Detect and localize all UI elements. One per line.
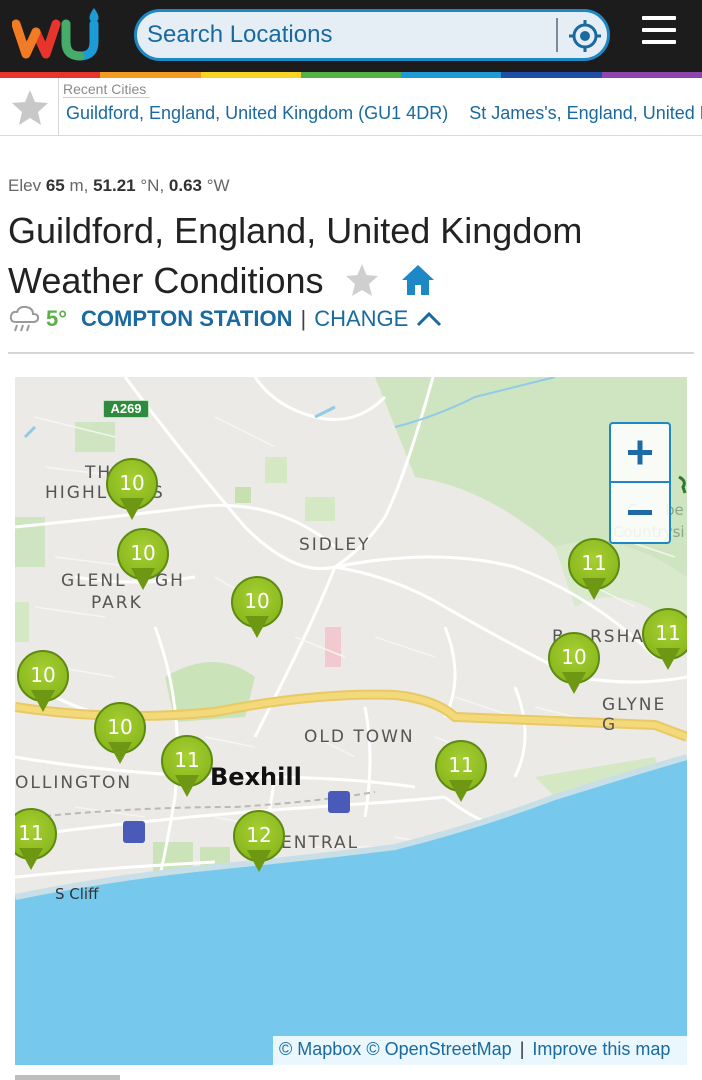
zoom-in-button[interactable] xyxy=(611,424,669,483)
mapbox-link[interactable]: © Mapbox xyxy=(279,1039,361,1059)
station-temperature-label: 10 xyxy=(130,541,156,565)
station-marker[interactable]: 11 xyxy=(15,808,57,872)
longitude-unit: °W xyxy=(206,176,230,195)
elev-prefix: Elev xyxy=(8,176,42,195)
station-map[interactable]: A269 TH HIGHL S SIDLEY GLENL GH PARK B R… xyxy=(15,377,687,1065)
home-icon[interactable] xyxy=(400,263,436,297)
station-temperature-label: 11 xyxy=(581,551,607,575)
plus-icon xyxy=(628,440,652,465)
station-temperature-label: 10 xyxy=(30,663,56,687)
recent-cities-list: Guildford, England, United Kingdom (GU1 … xyxy=(66,103,702,124)
map-label-bexhill: Bexhill xyxy=(210,763,302,791)
station-temperature-label: 10 xyxy=(119,471,145,495)
hamburger-menu-icon[interactable] xyxy=(640,16,678,50)
favorite-star-icon[interactable] xyxy=(344,263,380,297)
station-temperature-label: 11 xyxy=(18,821,44,845)
station-marker[interactable]: 11 xyxy=(161,735,213,799)
map-label-sidley: SIDLEY xyxy=(299,535,371,555)
station-temperature-label: 10 xyxy=(561,645,587,669)
road-shield-a269: A269 xyxy=(103,400,149,418)
map-label-s-cliff: S Cliff xyxy=(55,885,99,903)
station-temperature-label: 10 xyxy=(244,589,270,613)
station-separator: | xyxy=(300,306,307,331)
recent-cities-bar: Recent Cities Guildford, England, United… xyxy=(0,78,702,136)
station-marker[interactable]: 10 xyxy=(17,650,69,714)
minus-icon xyxy=(628,510,652,515)
app-header xyxy=(0,0,702,72)
rain-cloud-icon xyxy=(9,305,40,332)
attribution-separator: | xyxy=(519,1039,525,1059)
station-marker[interactable]: 10 xyxy=(117,528,169,592)
osm-link[interactable]: © OpenStreetMap xyxy=(366,1039,511,1059)
improve-map-link[interactable]: Improve this map xyxy=(532,1039,670,1059)
wu-logo[interactable] xyxy=(12,6,108,64)
chevron-up-icon[interactable] xyxy=(416,310,442,328)
map-label-central: ENTRAL xyxy=(281,833,360,853)
elev-value: 65 xyxy=(45,176,65,195)
recent-cities-label: Recent Cities xyxy=(63,81,151,98)
map-label-highlands: HIGHL xyxy=(45,483,109,503)
station-marker[interactable]: 10 xyxy=(94,702,146,766)
station-temperature-label: 11 xyxy=(448,753,474,777)
map-attribution: © Mapbox © OpenStreetMap | Improve this … xyxy=(273,1036,687,1065)
station-temperature-label: 11 xyxy=(655,621,681,645)
map-label-collington: OLLINGTON xyxy=(15,773,133,793)
longitude-value: 0.63 xyxy=(168,176,203,195)
latitude-value: 51.21 xyxy=(93,176,136,195)
bottom-scroll-indicator xyxy=(15,1075,120,1080)
station-name-link[interactable]: COMPTON STATION xyxy=(81,306,292,332)
search-box xyxy=(134,9,610,61)
favorites-star-icon[interactable] xyxy=(10,88,50,126)
station-marker[interactable]: 12 xyxy=(233,810,285,874)
zoom-control xyxy=(609,422,671,544)
recent-city-link[interactable]: Guildford, England, United Kingdom (GU1 … xyxy=(66,103,448,123)
station-marker[interactable]: 10 xyxy=(106,458,158,522)
search-input[interactable] xyxy=(147,20,547,50)
current-temperature: 5° xyxy=(46,306,68,331)
title-location: Guildford, England, United Kingdom xyxy=(8,210,583,251)
station-marker[interactable]: 11 xyxy=(642,608,687,672)
station-temperature-label: 11 xyxy=(174,748,200,772)
station-marker[interactable]: 11 xyxy=(435,740,487,804)
station-marker[interactable]: 10 xyxy=(231,576,283,640)
page-title: Guildford, England, United Kingdom Weath… xyxy=(8,206,688,306)
latitude-unit: °N, xyxy=(140,176,165,195)
station-temperature-label: 10 xyxy=(107,715,133,739)
recent-divider xyxy=(58,78,59,135)
map-label-glyne: GLYNE G xyxy=(602,695,667,735)
map-label-old-town: OLD TOWN xyxy=(304,727,415,747)
station-temperature-label: 12 xyxy=(246,823,272,847)
station-marker[interactable]: 10 xyxy=(548,632,600,696)
station-marker[interactable]: 11 xyxy=(568,538,620,602)
zoom-out-button[interactable] xyxy=(611,484,669,543)
station-row: 5° COMPTON STATION | CHANGE xyxy=(8,302,442,336)
elev-unit: m, xyxy=(69,176,89,195)
recent-city-link[interactable]: St James's, England, United Kingdom xyxy=(469,103,702,123)
locate-icon[interactable] xyxy=(567,18,603,54)
search-divider xyxy=(556,18,558,52)
map-label-park: PARK xyxy=(91,593,143,613)
change-station-link[interactable]: CHANGE xyxy=(314,306,408,332)
title-conditions: Weather Conditions xyxy=(8,260,324,301)
elevation-coordinates: Elev 65 m, 51.21 °N, 0.63 °W xyxy=(8,176,230,196)
section-divider xyxy=(8,352,694,354)
